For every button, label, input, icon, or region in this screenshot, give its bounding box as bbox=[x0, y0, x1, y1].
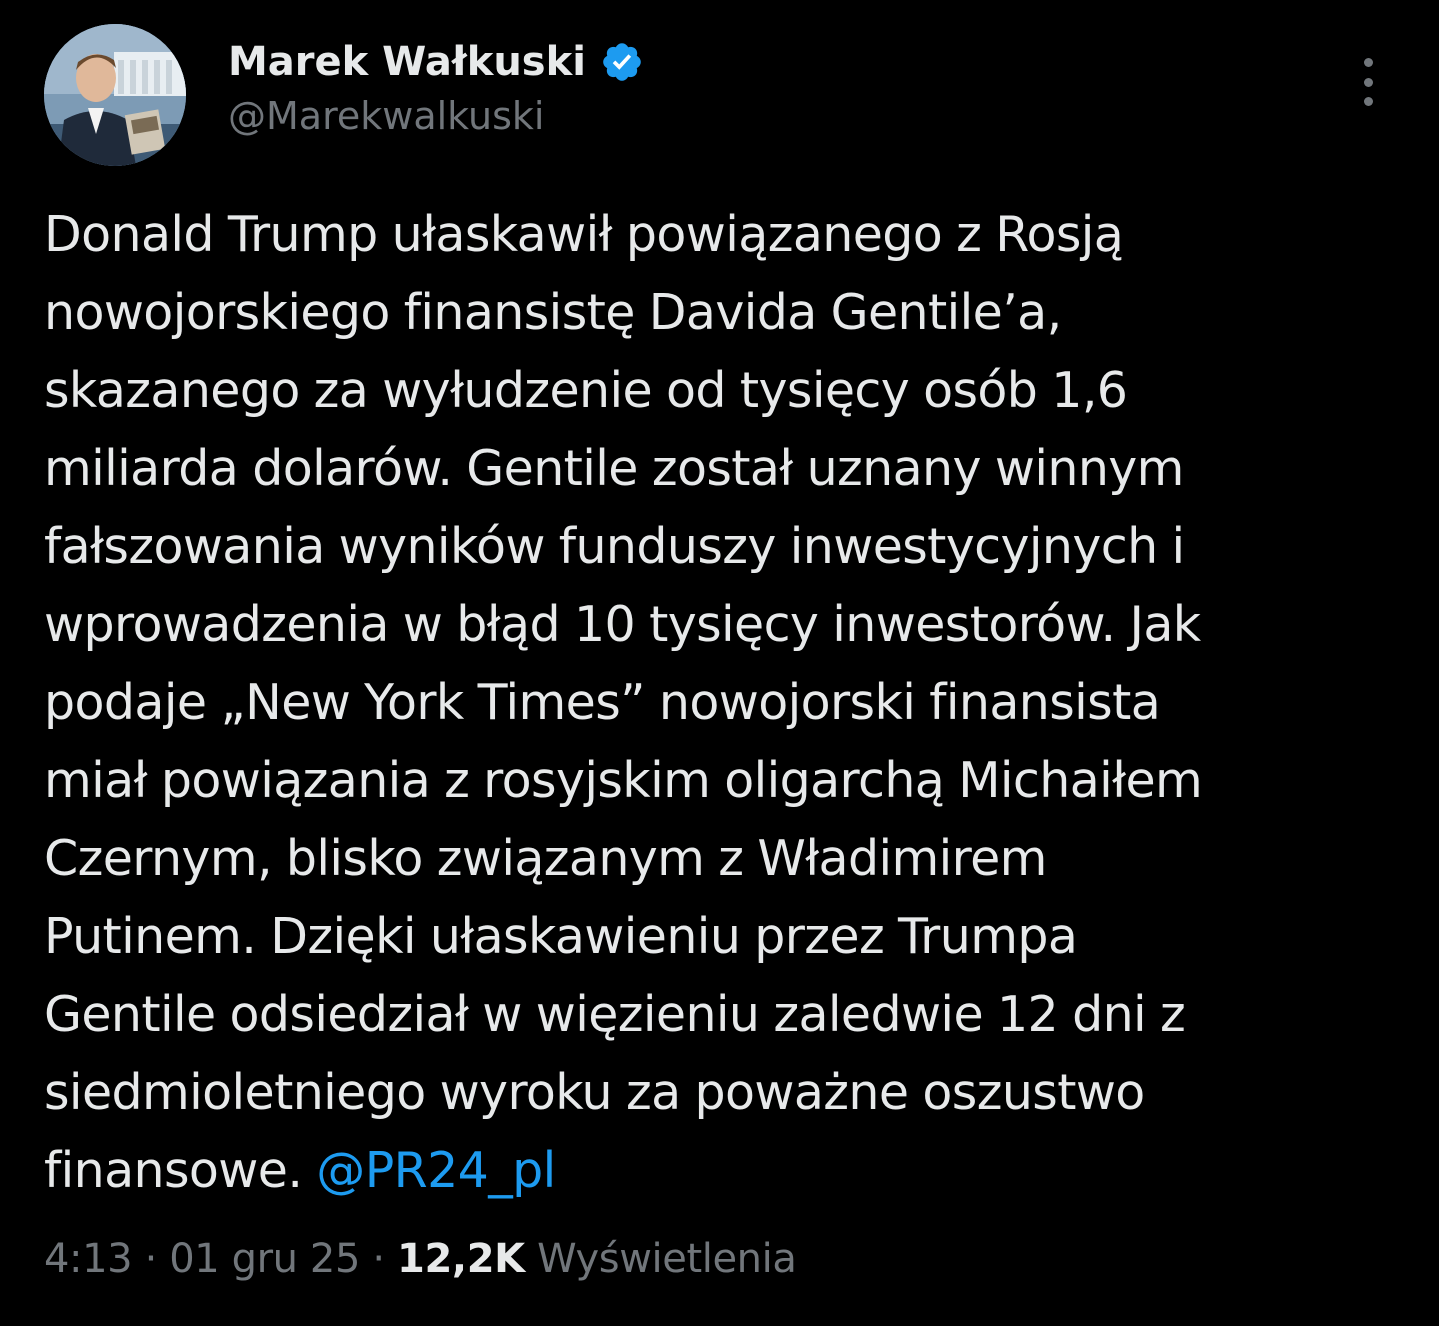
tweet-line: fałszowania wyników funduszy inwestycyjn… bbox=[44, 518, 1185, 575]
tweet-meta: 4:13 · 01 gru 25 · 12,2K Wyświetlenia bbox=[44, 1236, 797, 1282]
verified-badge-icon[interactable] bbox=[600, 40, 644, 84]
views-label[interactable]: Wyświetlenia bbox=[537, 1236, 797, 1282]
tweet-line: skazanego za wyłudzenie od tysięcy osób … bbox=[44, 362, 1128, 419]
tweet-line: Czernym, blisko związanym z Władimirem bbox=[44, 830, 1047, 887]
mention-link[interactable]: @PR24_pl bbox=[316, 1142, 556, 1199]
author-name[interactable]: Marek Wałkuski bbox=[228, 39, 586, 85]
tweet-line: siedmioletniego wyroku za poważne oszust… bbox=[44, 1064, 1145, 1121]
tweet-line: nowojorskiego finansistę Davida Gentile’… bbox=[44, 284, 1062, 341]
tweet-line: miliarda dolarów. Gentile został uznany … bbox=[44, 440, 1184, 497]
meta-separator: · bbox=[144, 1236, 158, 1282]
author-name-row: Marek Wałkuski bbox=[228, 34, 644, 90]
more-dot bbox=[1363, 58, 1373, 67]
tweet-line: Gentile odsiedział w więzieniu zaledwie … bbox=[44, 986, 1186, 1043]
more-dot bbox=[1363, 77, 1373, 87]
tweet-line: podaje „New York Times” nowojorski finan… bbox=[44, 674, 1161, 731]
author-handle[interactable]: @Marekwalkuski bbox=[228, 94, 644, 138]
meta-separator: · bbox=[372, 1236, 385, 1282]
tweet-line: wprowadzenia w błąd 10 tysięcy inwestoró… bbox=[44, 596, 1201, 653]
more-options-icon[interactable] bbox=[1348, 54, 1388, 110]
tweet-line-text: finansowe. bbox=[44, 1142, 303, 1199]
tweet-line: Putinem. Dzięki ułaskawieniu przez Trump… bbox=[44, 908, 1078, 965]
views-count[interactable]: 12,2K bbox=[397, 1236, 525, 1282]
author-avatar[interactable] bbox=[44, 24, 186, 166]
tweet-line: Donald Trump ułaskawił powiązanego z Ros… bbox=[44, 206, 1124, 263]
tweet-last-line: finansowe. @PR24_pl bbox=[44, 1132, 1414, 1210]
tweet-card: Marek Wałkuski @Marekwalkuski Donald Tru… bbox=[0, 0, 1439, 1326]
author-block: Marek Wałkuski @Marekwalkuski bbox=[228, 34, 644, 138]
more-dot bbox=[1363, 97, 1373, 106]
tweet-date[interactable]: 01 gru 25 bbox=[169, 1236, 360, 1282]
tweet-time[interactable]: 4:13 bbox=[44, 1236, 133, 1282]
tweet-text: Donald Trump ułaskawił powiązanego z Ros… bbox=[44, 196, 1414, 1210]
tweet-line: miał powiązania z rosyjskim oligarchą Mi… bbox=[44, 752, 1203, 809]
